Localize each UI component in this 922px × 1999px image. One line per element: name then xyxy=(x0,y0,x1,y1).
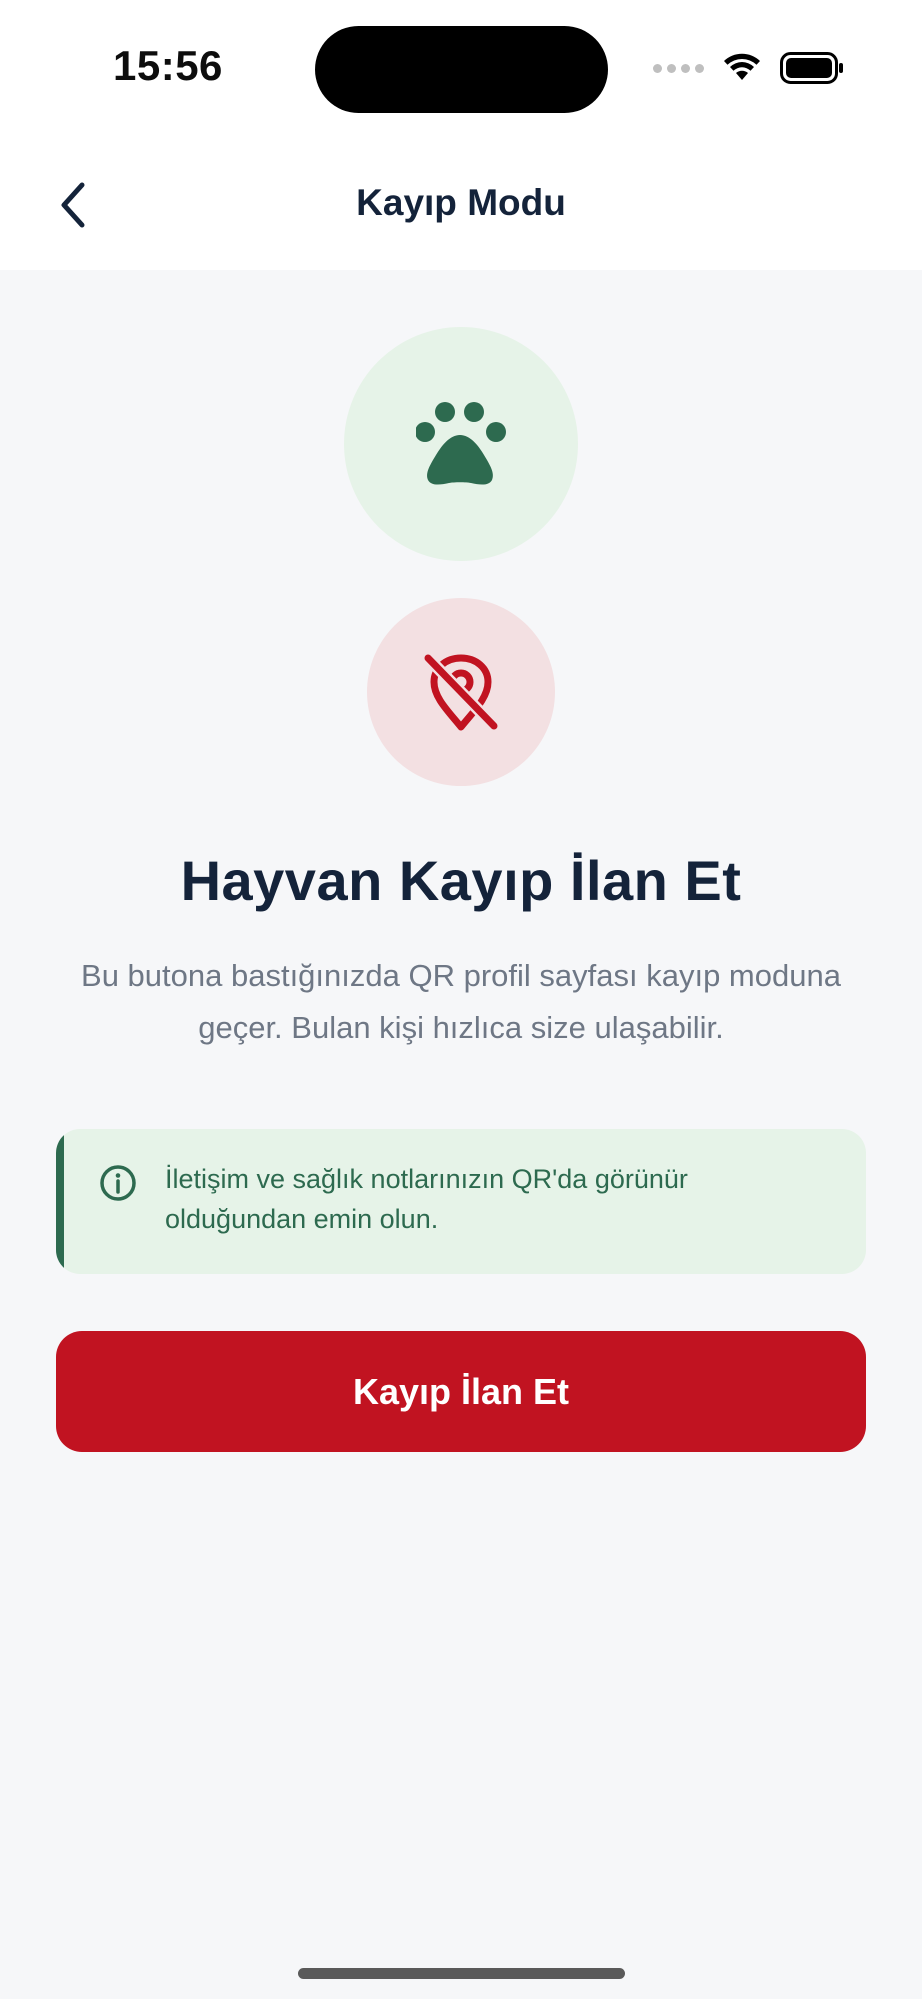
nav-bar: Kayıp Modu xyxy=(0,140,922,270)
page-title: Kayıp Modu xyxy=(356,182,566,223)
report-lost-button[interactable]: Kayıp İlan Et xyxy=(56,1331,866,1452)
battery-icon xyxy=(780,52,843,84)
dynamic-island xyxy=(315,26,608,113)
home-indicator[interactable] xyxy=(298,1968,625,1979)
info-accent-bar xyxy=(56,1129,64,1274)
lost-location-badge xyxy=(367,598,555,786)
description-text: Bu butona bastığınızda QR profil sayfası… xyxy=(81,958,841,1045)
status-bar: 15:56 xyxy=(0,0,922,140)
paw-badge xyxy=(344,327,578,561)
cellular-signal-icon xyxy=(653,63,704,73)
info-text: İletişim ve sağlık notlarınızın QR'da gö… xyxy=(165,1164,688,1234)
wifi-icon xyxy=(724,53,760,80)
paw-icon xyxy=(416,402,506,485)
headline: Hayvan Kayıp İlan Et xyxy=(180,849,742,912)
status-time: 15:56 xyxy=(113,42,223,89)
location-off-icon xyxy=(422,652,500,732)
status-icons xyxy=(653,48,844,88)
info-icon xyxy=(100,1165,136,1201)
info-notice: İletişim ve sağlık notlarınızın QR'da gö… xyxy=(56,1129,866,1274)
